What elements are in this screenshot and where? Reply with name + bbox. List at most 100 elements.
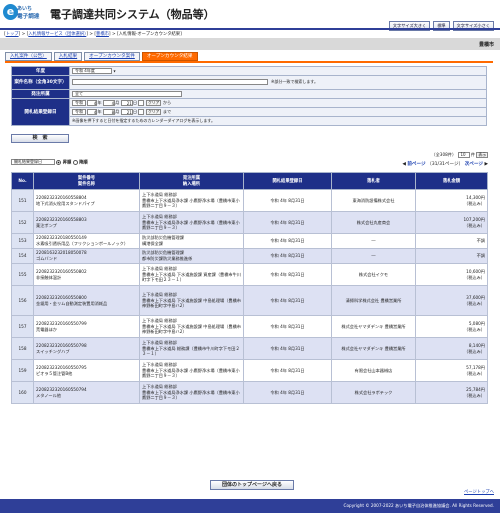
total-count: （全308件） [431,152,457,157]
row-dept: 上下水道局 総務部 豊橋市上下水道局浄水課 小鷹野浄水場（豊橋市東小鷹野二丁目９－… [139,211,244,234]
page-top-link[interactable]: ページトップへ [464,489,494,495]
row-winner: 有限会社山本器械店 [331,359,416,382]
col-no: No. [11,172,34,190]
row-dept: 上下水道局 総務部 豊橋市上下水道局浄水課 小鷹野浄水場（豊橋市東小鷹野二丁目９－… [139,359,244,382]
show-button[interactable]: 表示 [476,152,488,158]
row-case: 2208232320160550800 金鋸用・金リム自動測定装置用消耗品 [33,285,140,316]
calendar-icon[interactable] [138,99,145,106]
case-name-link[interactable]: 薬注ポンプ [36,223,57,228]
delivery-place: 都市防災課防災業務推進係 [142,256,193,261]
row-winner: 清掃科学株式会社 豊橋営業所 [331,285,416,316]
dept-select[interactable]: 全て [72,90,182,97]
date-label: 開札結果登録日 [11,98,70,126]
prev-arrow-icon: ◀ [402,162,406,167]
row-amount: 10,600円 （税込み） [415,263,488,286]
case-name-link[interactable]: 非接触体温計 [36,275,61,280]
case-name-input[interactable] [72,79,268,86]
case-number: 2208232320160550798 [36,342,87,348]
to-day-input[interactable]: 21 [120,108,133,115]
table-row[interactable]: 159 2208232320160550795 ピオラ５管注管B他 上下水道局 総務部… [11,359,488,382]
to-clear-button[interactable]: クリア [145,108,162,115]
site-logo[interactable]: e あいち 電子調達 [3,4,45,22]
dept-name: 上下水道局 総務部 [142,339,177,345]
col-amount: 落札金額 [415,172,488,190]
results-table: No. 案件番号 案件名称 発注所属 納入場所 開札結果登録日 落札者 落札金額… [11,172,488,404]
amount-value: 25,784円 [466,386,485,392]
from-year-input[interactable]: 4 [87,99,98,106]
table-row[interactable]: 153 2208232320180550149 水素吸引透析用品（フリクションボール… [11,233,488,249]
tax-note: （税込み） [464,300,485,306]
dept-name: 上下水道局 総務部 [142,265,177,271]
prev-page-link[interactable]: 前ページ [407,162,425,167]
delivery-place: 豊橋市上下水道局 下水道施設課 資産課（豊橋市牛川町字下モ田２３－１） [142,271,241,283]
table-row[interactable]: 158 2208232320160550798 スイッチングハブ 上下水道局 総務部豊… [11,337,488,360]
case-name-link[interactable]: 荒電器ほか [36,327,57,332]
breadcrumb-city-link[interactable]: 豊橋市 [96,32,109,37]
to-month-input[interactable]: 8 [103,108,116,115]
case-name-link[interactable]: メタノール他 [36,393,61,398]
row-dept: 防災部防災危機管理課 都市防災課防災業務推進係 [139,248,244,264]
case-name-link[interactable]: 地下式消火栓用スタンドパイプ [36,201,95,206]
table-row[interactable]: 156 2208232320160550800 金鋸用・金リム自動測定装置用消耗品上… [11,285,488,316]
breadcrumb-service-link[interactable]: 入札情報サービス（団体選択） [28,32,86,37]
case-name-link[interactable]: ピオラ５管注管B他 [36,371,72,376]
row-amount: 不調 [415,233,488,249]
breadcrumb-sep: > [88,32,95,37]
amount-value: 107,200円 [463,216,485,222]
table-row[interactable]: 152 2208232320160558803 薬注ポンプ 上下水道局 総務部 豊橋市上… [11,211,488,234]
to-era-select[interactable]: 令和 [72,108,86,115]
row-case: 2208232320180550149 水素吸引透析用品（フリクションボールノック… [33,233,140,249]
case-name-link[interactable]: ゴムバンド [36,256,57,261]
calendar-icon[interactable] [138,108,145,115]
from-day-input[interactable]: 21 [120,99,133,106]
table-row[interactable]: 157 2208232320160550799 荒電器ほか 上下水道局 総務部 豊橋市上… [11,315,488,338]
table-row[interactable]: 160 2208232320160550794 メタノール他 上下水道局 総務部 豊橋市… [11,381,488,404]
tab-open-counter-results[interactable]: オープンカウンタ結果 [141,52,198,61]
row-winner: ― [331,233,416,249]
back-to-top-page-button[interactable]: 団体のトップページへ戻る [210,480,294,490]
case-name-link[interactable]: 金鋸用・金リム自動測定装置用消耗品 [36,301,107,306]
municipality-name: 豊橋市 [478,42,494,48]
case-name-link[interactable]: 水素吸引透析用品（フリクションボールノック） [36,241,128,246]
date-note: ※画像を押下すると日付を指定するためのカレンダーダイアログを表示します。 [72,117,215,123]
year-select[interactable]: 令和 4年度 [72,67,112,74]
table-row[interactable]: 151 2208232320160558804 地下式消火栓用スタンドパイプ 上下水道… [11,189,488,212]
delivery-place: 豊橋市上下水道局浄水課 小鷹野浄水場（豊橋市東小鷹野二丁目９－３） [142,197,240,209]
year-label: 年度 [11,66,70,76]
dept-name: 上下水道局 総務部 [142,317,177,323]
per-page-select[interactable]: 10 [457,152,470,158]
from-era-select[interactable]: 令和 [72,99,86,106]
breadcrumb-top-link[interactable]: トップ [6,32,19,37]
breadcrumb-sep: > [20,32,27,37]
row-winner: 株式会社ラボテック [331,381,416,404]
row-dept: 上下水道局 総務部 豊橋市上下水道局 下水道施設課 中島処理場（豊橋市神野新田町字… [139,315,244,338]
table-row[interactable]: 155 2208232320160550802 非接触体温計 上下水道局 総務部 豊橋市… [11,263,488,286]
site-title: 電子調達共同システム（物品等） [50,8,215,21]
row-winner: 株式会社ヤマダデンキ 豊橋営業所 [331,315,416,338]
search-button[interactable]: 検 索 [11,134,69,143]
sort-desc-radio[interactable] [72,159,78,165]
row-amount: 不調 [415,248,488,264]
from-month-input[interactable]: 4 [103,99,116,106]
tab-open-counter-items[interactable]: オープンカウンタ案件 [84,52,140,61]
amount-value: 5,080円 [468,320,485,326]
to-year-input[interactable]: 4 [87,108,98,115]
name-note: ※部分一致で検索します。 [271,79,318,85]
case-number: 2208232320160550799 [36,320,87,326]
case-name-link[interactable]: スイッチングハブ [36,349,70,354]
table-row[interactable]: 154 2208163232018050078 ゴムバンド 防災部防災危機管理課 都市防… [11,248,488,264]
site-header: e あいち 電子調達 電子調達共同システム（物品等） 文字サイズ大きく 標準 文… [0,0,500,31]
amount-value: 57,178円 [466,364,485,370]
tab-bid-results[interactable]: 入札結果 [53,52,83,61]
delivery-place: 豊橋市上下水道局 下水道施設課 中島処理場（豊橋市神野新田町字中島ハ2） [142,297,241,309]
delivery-place: 豊橋市上下水道局浄水課 小鷹野浄水場（豊橋市東小鷹野二丁目９－３） [142,389,240,401]
row-date: 令和 4年 8月31日 [243,189,332,212]
results-header-row: No. 案件番号 案件名称 発注所属 納入場所 開札結果登録日 落札者 落札金額 [11,172,488,190]
sort-controls: 開札結果登録日 昇順 降順 [11,159,88,166]
next-page-link[interactable]: 次ページ [465,162,483,167]
sort-asc-radio[interactable] [56,159,62,165]
tab-bid-notice[interactable]: 入札案件（公告） [5,52,52,61]
sort-field-select[interactable]: 開札結果登録日 [11,159,55,165]
amount-value: 14,300円 [466,194,485,200]
from-clear-button[interactable]: クリア [145,99,162,106]
